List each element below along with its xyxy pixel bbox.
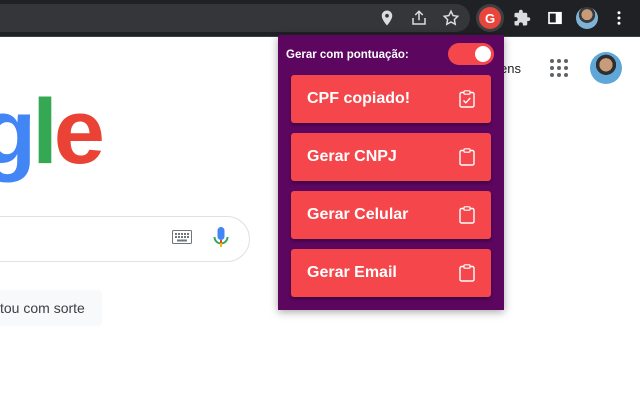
- extension-badge-letter: G: [484, 10, 496, 26]
- gerador-extension-icon[interactable]: G: [479, 7, 501, 29]
- cpf-button-label: CPF copiado!: [307, 90, 411, 107]
- logo-letter: l: [32, 81, 57, 183]
- logo-letter: e: [53, 81, 105, 183]
- celular-button[interactable]: Gerar Celular: [291, 191, 491, 239]
- lucky-button[interactable]: tou com sorte: [0, 290, 102, 326]
- menu-icon[interactable]: [607, 6, 631, 30]
- punctuation-label: Gerar com pontuação:: [286, 49, 409, 61]
- browser-toolbar: G: [0, 0, 640, 37]
- punctuation-toggle[interactable]: [448, 43, 494, 65]
- celular-button-label: Gerar Celular: [307, 206, 409, 223]
- cnpj-button[interactable]: Gerar CNPJ: [291, 133, 491, 181]
- clipboard-icon: [459, 148, 475, 166]
- google-logo: gle: [0, 86, 105, 178]
- keyboard-icon[interactable]: [172, 230, 192, 244]
- share-icon[interactable]: [407, 6, 431, 30]
- address-bar[interactable]: [0, 4, 470, 32]
- location-icon[interactable]: [375, 6, 399, 30]
- cnpj-button-label: Gerar CNPJ: [307, 148, 397, 165]
- email-button[interactable]: Gerar Email: [291, 249, 491, 297]
- account-avatar[interactable]: [590, 52, 622, 84]
- profile-avatar[interactable]: [576, 7, 598, 29]
- clipboard-check-icon: [459, 90, 475, 108]
- sidebar-icon[interactable]: [543, 6, 567, 30]
- cpf-button[interactable]: CPF copiado!: [291, 75, 491, 123]
- star-icon[interactable]: [439, 6, 463, 30]
- apps-grid-icon[interactable]: [549, 58, 569, 78]
- clipboard-icon: [459, 264, 475, 282]
- toggle-knob: [475, 46, 491, 62]
- clipboard-icon: [459, 206, 475, 224]
- microphone-icon[interactable]: [213, 227, 229, 249]
- email-button-label: Gerar Email: [307, 264, 397, 281]
- puzzle-icon[interactable]: [510, 6, 534, 30]
- extension-popup: Gerar com pontuação: CPF copiado! Gerar …: [278, 35, 504, 310]
- logo-letter: g: [0, 81, 36, 183]
